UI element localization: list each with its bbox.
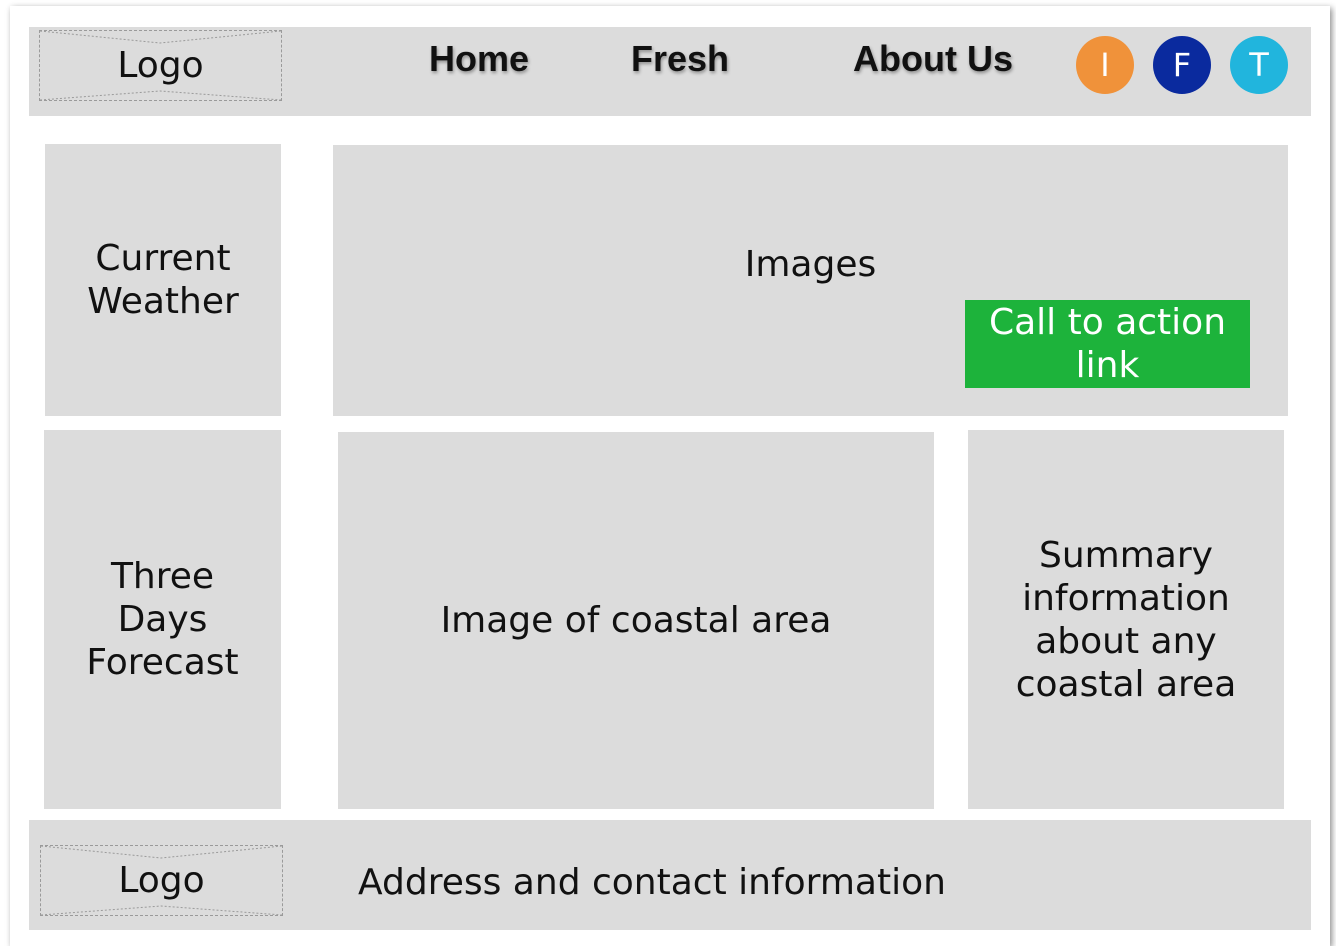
current-weather-line-1: Current <box>95 238 231 279</box>
facebook-icon[interactable]: F <box>1153 36 1211 94</box>
coastal-image-label: Image of coastal area <box>440 600 832 641</box>
summary-line-1: Summary <box>1039 534 1213 576</box>
call-to-action-button[interactable]: Call to action link <box>965 300 1250 388</box>
forecast-line-3: Forecast <box>86 642 239 683</box>
summary-panel: Summary information about any coastal ar… <box>968 430 1284 809</box>
cta-line-2: link <box>1075 345 1140 386</box>
forecast-panel: Three Days Forecast <box>44 430 281 809</box>
forecast-line-1: Three <box>110 556 215 597</box>
forecast-line-2: Days <box>117 599 208 640</box>
current-weather-panel: Current Weather <box>45 144 281 416</box>
footer-logo[interactable]: Logo <box>40 845 283 916</box>
twitter-icon[interactable]: T <box>1230 36 1288 94</box>
nav-home[interactable]: Home <box>429 38 529 80</box>
nav-fresh[interactable]: Fresh <box>631 38 729 80</box>
summary-line-4: coastal area <box>1015 663 1237 705</box>
header-logo-text: Logo <box>117 45 204 86</box>
summary-line-3: about any <box>1035 620 1217 662</box>
footer-contact-info: Address and contact information <box>358 862 946 903</box>
footer-logo-text: Logo <box>118 860 205 901</box>
coastal-image-panel: Image of coastal area <box>338 432 934 809</box>
instagram-icon[interactable]: I <box>1076 36 1134 94</box>
summary-line-2: information <box>1022 577 1230 619</box>
nav-about-us[interactable]: About Us <box>853 38 1013 80</box>
hero-images-label: Images <box>744 244 877 285</box>
header-logo[interactable]: Logo <box>39 30 282 101</box>
cta-line-1: Call to action <box>988 302 1227 343</box>
current-weather-line-2: Weather <box>87 281 239 322</box>
